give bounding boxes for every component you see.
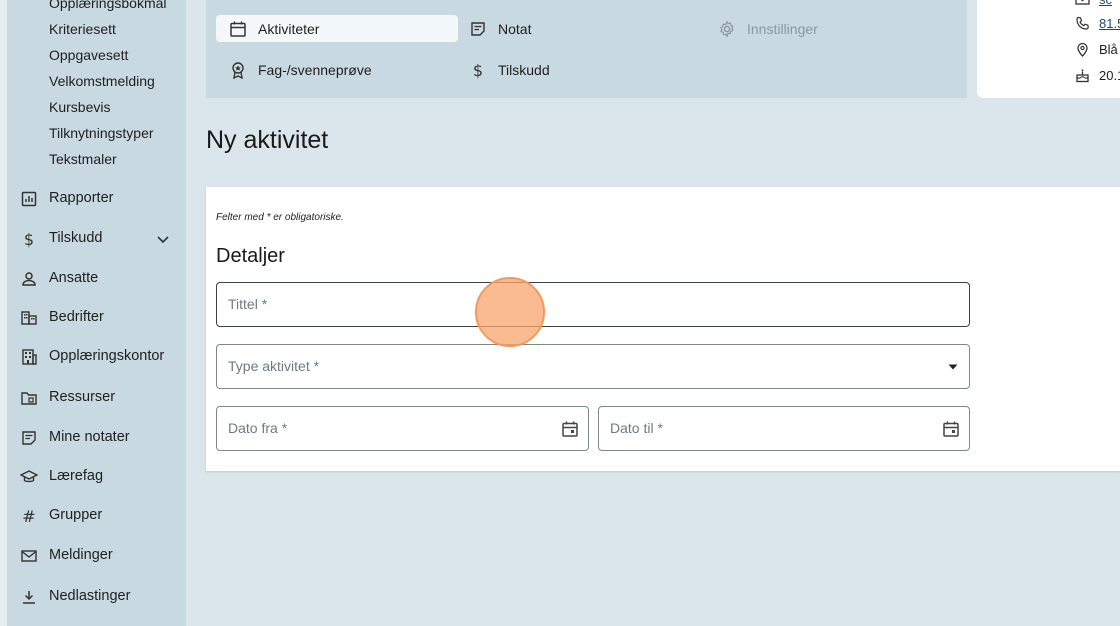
phone-icon [1075, 16, 1090, 31]
sidebar-subitem-kriteriesett[interactable]: Kriteriesett [49, 21, 116, 37]
sidebar-item-label: Tilskudd [49, 230, 103, 246]
report-icon [20, 190, 38, 208]
info-email-row: sc [977, 0, 1120, 10]
sidebar: Opplæringsbokmål Kriteriesett Oppgaveset… [0, 0, 186, 626]
sidebar-item-label: Ressurser [49, 389, 116, 405]
info-birthday-row: 20.1 [977, 66, 1120, 86]
section-title-details: Detaljer [216, 245, 285, 267]
mail-icon [20, 547, 38, 565]
sidebar-item-label: Mine notater [49, 429, 130, 445]
tab-notat[interactable]: Notat [456, 15, 656, 42]
tab-aktiviteter[interactable]: Aktiviteter [216, 15, 458, 42]
sidebar-item-mine-notater[interactable]: Mine notater [0, 420, 186, 456]
chevron-down-icon[interactable] [155, 231, 171, 247]
sidebar-item-meldinger[interactable]: Meldinger [0, 538, 186, 574]
info-phone[interactable]: 81.5 [1099, 16, 1120, 31]
note-icon [469, 20, 487, 38]
sidebar-item-label: Nedlastinger [49, 588, 131, 604]
hashtag-icon: # [20, 507, 38, 525]
sidebar-subitem-oppgavesett[interactable]: Oppgavesett [49, 47, 128, 63]
svg-text:#: # [22, 507, 35, 525]
sidebar-item-label: Bedrifter [49, 309, 104, 325]
gear-icon [718, 20, 736, 38]
sidebar-item-ressurser[interactable]: Ressurser [0, 380, 186, 416]
dollar-icon: $ [469, 61, 487, 79]
person-icon [20, 270, 38, 288]
info-email[interactable]: sc [1099, 0, 1112, 7]
sidebar-item-label: Rapporter [49, 190, 114, 206]
tab-label: Aktiviteter [258, 21, 320, 37]
date-from-input[interactable]: Dato fra * [216, 406, 589, 451]
svg-text:$: $ [24, 230, 34, 248]
location-pin-icon [1075, 42, 1090, 57]
sidebar-item-label: Meldinger [49, 547, 113, 563]
calendar-icon[interactable] [561, 420, 579, 438]
tab-tilskudd[interactable]: $ Tilskudd [456, 56, 656, 83]
sidebar-item-tilskudd[interactable]: $ Tilskudd [0, 221, 186, 257]
activity-type-placeholder: Type aktivitet * [228, 358, 320, 374]
page-title: Ny aktivitet [206, 126, 329, 154]
dropdown-arrow-icon [947, 363, 959, 371]
mail-icon [1075, 0, 1090, 7]
sidebar-item-label: Lærefag [49, 468, 104, 484]
dollar-icon: $ [20, 230, 38, 248]
sidebar-item-bedrifter[interactable]: Bedrifter [0, 300, 186, 336]
building-icon [20, 309, 38, 327]
sidebar-item-laerefag[interactable]: Lærefag [0, 459, 186, 495]
sidebar-item-nedlastinger[interactable]: Nedlastinger [0, 579, 186, 615]
date-to-placeholder: Dato til * [610, 420, 663, 436]
folder-icon [20, 389, 38, 407]
tab-label: Innstillinger [747, 21, 818, 37]
title-input[interactable]: Tittel * [216, 282, 970, 327]
calendar-icon [229, 20, 247, 38]
sidebar-item-label: Opplæringskontor [49, 348, 165, 364]
info-address: Blå [1099, 42, 1118, 57]
download-icon [20, 588, 38, 606]
cake-icon [1075, 68, 1090, 83]
svg-text:$: $ [473, 61, 483, 79]
sidebar-item-ansatte[interactable]: Ansatte [0, 261, 186, 297]
new-activity-form: Felter med * er obligatoriske. Detaljer … [206, 187, 1120, 471]
office-building-icon [20, 348, 38, 366]
activity-type-select[interactable]: Type aktivitet * [216, 344, 970, 389]
calendar-icon[interactable] [942, 420, 960, 438]
sidebar-subitem-tekstmaler[interactable]: Tekstmaler [49, 151, 117, 167]
info-phone-row: 81.5 [977, 14, 1120, 34]
sidebar-item-rapporter[interactable]: Rapporter [0, 181, 186, 217]
award-icon [229, 61, 247, 79]
tab-label: Tilskudd [498, 62, 550, 78]
tab-label: Fag-/svenneprøve [258, 62, 372, 78]
info-address-row: Blå [977, 40, 1120, 60]
tab-panel: Aktiviteter Notat Innstillinger Fag-/sve… [206, 0, 967, 98]
title-input-placeholder: Tittel * [228, 296, 268, 312]
sidebar-subitem-kursbevis[interactable]: Kursbevis [49, 99, 110, 115]
date-from-placeholder: Dato fra * [228, 420, 288, 436]
sidebar-subitem-velkomstmelding[interactable]: Velkomstmelding [49, 73, 155, 89]
tab-fag-svenneprove[interactable]: Fag-/svenneprøve [216, 56, 458, 83]
contact-info-card: sc 81.5 Blå 20.1 [977, 0, 1120, 98]
sidebar-subitem-opplaeringsbokmal[interactable]: Opplæringsbokmål [49, 0, 167, 11]
sidebar-subitem-tilknytningstyper[interactable]: Tilknytningstyper [49, 125, 154, 141]
sidebar-item-label: Grupper [49, 507, 103, 523]
sidebar-item-grupper[interactable]: # Grupper [0, 498, 186, 534]
tab-innstillinger: Innstillinger [705, 15, 905, 42]
info-birthday: 20.1 [1099, 68, 1120, 83]
school-icon [20, 468, 38, 486]
required-fields-note: Felter med * er obligatoriske. [216, 212, 344, 223]
cursor-highlight [475, 277, 545, 347]
note-icon [20, 429, 38, 447]
tab-label: Notat [498, 21, 532, 37]
sidebar-item-label: Ansatte [49, 270, 99, 286]
sidebar-item-opplaeringskontor[interactable]: Opplæringskontor [0, 339, 186, 375]
date-to-input[interactable]: Dato til * [598, 406, 970, 451]
